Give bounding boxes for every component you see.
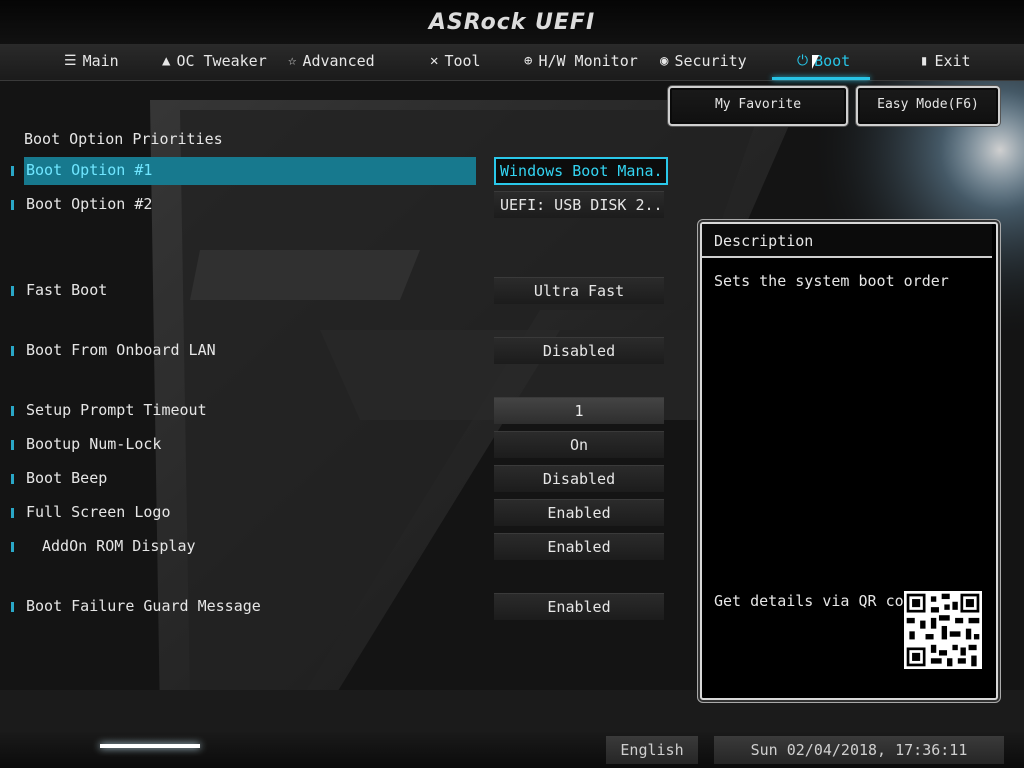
tab-main[interactable]: ☰ Main [64, 44, 119, 78]
row-marker [11, 508, 14, 518]
shield-icon: ◉ [660, 52, 669, 69]
row-marker [11, 602, 14, 612]
tab-label: Tool [444, 51, 481, 70]
fast-boot-value[interactable]: Ultra Fast [494, 277, 664, 304]
option-label: Boot Option #1 [26, 161, 153, 179]
option-label: Boot Option #2 [26, 195, 153, 213]
tab-boot[interactable]: ⏻ Boot [797, 44, 850, 78]
section-title: Boot Option Priorities [24, 130, 223, 148]
option-label: Boot From Onboard LAN [26, 341, 216, 359]
row-marker [11, 166, 14, 176]
row-marker [11, 542, 14, 552]
qr-code-icon [904, 591, 982, 669]
boot-failure-guard-row[interactable]: Boot Failure Guard Message Enabled [0, 593, 690, 621]
active-tab-indicator [772, 77, 870, 80]
crosshair-icon: ⊕ [524, 52, 533, 69]
row-marker [11, 346, 14, 356]
row-marker [11, 440, 14, 450]
tab-label: Exit [934, 51, 971, 70]
boot-option-2-value[interactable]: UEFI: USB DISK 2... [494, 191, 664, 218]
tab-oc-tweaker[interactable]: ▲ OC Tweaker [162, 44, 267, 78]
boot-option-1-value[interactable]: Windows Boot Mana... [494, 157, 668, 185]
tab-security[interactable]: ◉ Security [660, 44, 747, 78]
decorative-glow [100, 744, 200, 748]
tab-hw-monitor[interactable]: ⊕ H/W Monitor [524, 44, 638, 78]
option-label: Setup Prompt Timeout [26, 401, 207, 419]
tab-label: Security [674, 51, 747, 70]
fast-boot-row[interactable]: Fast Boot Ultra Fast [0, 277, 690, 305]
boot-onboard-lan-row[interactable]: Boot From Onboard LAN Disabled [0, 337, 690, 365]
tab-tool[interactable]: ✕ Tool [430, 44, 481, 78]
addon-rom-display-row[interactable]: AddOn ROM Display Enabled [0, 533, 690, 561]
star-icon: ☆ [288, 52, 297, 69]
tab-label: Main [82, 51, 119, 70]
option-label: Full Screen Logo [26, 503, 171, 521]
description-panel: Description Sets the system boot order G… [700, 222, 998, 700]
bootup-num-lock-row[interactable]: Bootup Num-Lock On [0, 431, 690, 459]
qr-caption: Get details via QR code [714, 592, 922, 610]
tab-bar: ☰ Main ▲ OC Tweaker ☆ Advanced ✕ Tool ⊕ … [0, 44, 1024, 81]
full-screen-logo-value[interactable]: Enabled [494, 499, 664, 526]
boot-beep-value[interactable]: Disabled [494, 465, 664, 492]
option-label: Bootup Num-Lock [26, 435, 162, 453]
my-favorite-button[interactable]: My Favorite [668, 86, 848, 126]
tab-label: H/W Monitor [538, 51, 638, 70]
bootup-num-lock-value[interactable]: On [494, 431, 664, 458]
option-label: Boot Failure Guard Message [26, 597, 261, 615]
row-marker [11, 200, 14, 210]
full-screen-logo-row[interactable]: Full Screen Logo Enabled [0, 499, 690, 527]
setup-prompt-timeout-field[interactable]: 1 [494, 397, 664, 424]
row-marker [11, 474, 14, 484]
rocket-icon: ▲ [162, 52, 171, 69]
power-icon: ⏻ [797, 52, 809, 69]
wrench-icon: ✕ [430, 52, 439, 69]
tab-advanced[interactable]: ☆ Advanced [288, 44, 375, 78]
header: ASRock UEFI [0, 0, 1024, 44]
door-icon: ▮ [920, 52, 929, 69]
tab-label: OC Tweaker [176, 51, 267, 70]
mouse-cursor-icon [812, 55, 819, 69]
datetime-display: Sun 02/04/2018, 17:36:11 [714, 736, 1004, 764]
language-selector[interactable]: English [606, 736, 698, 764]
easy-mode-button[interactable]: Easy Mode(F6) [856, 86, 1000, 126]
option-label: AddOn ROM Display [42, 537, 196, 555]
boot-option-1-row[interactable]: Boot Option #1 Windows Boot Mana... [0, 157, 690, 185]
option-label: Boot Beep [26, 469, 108, 487]
boot-option-2-row[interactable]: Boot Option #2 UEFI: USB DISK 2... [0, 191, 690, 219]
boot-failure-guard-value[interactable]: Enabled [494, 593, 664, 620]
row-marker [11, 286, 14, 296]
addon-rom-display-value[interactable]: Enabled [494, 533, 664, 560]
tab-label: Boot [814, 51, 851, 70]
row-marker [11, 406, 14, 416]
boot-beep-row[interactable]: Boot Beep Disabled [0, 465, 690, 493]
list-icon: ☰ [64, 52, 77, 69]
description-title: Description [702, 224, 992, 258]
option-label: Fast Boot [26, 281, 108, 299]
boot-onboard-lan-value[interactable]: Disabled [494, 337, 664, 364]
description-text: Sets the system boot order [714, 272, 949, 290]
setup-prompt-timeout-row[interactable]: Setup Prompt Timeout 1 [0, 397, 690, 425]
brand-logo: ASRock UEFI [428, 10, 596, 35]
tab-label: Advanced [302, 51, 375, 70]
tab-exit[interactable]: ▮ Exit [920, 44, 971, 78]
